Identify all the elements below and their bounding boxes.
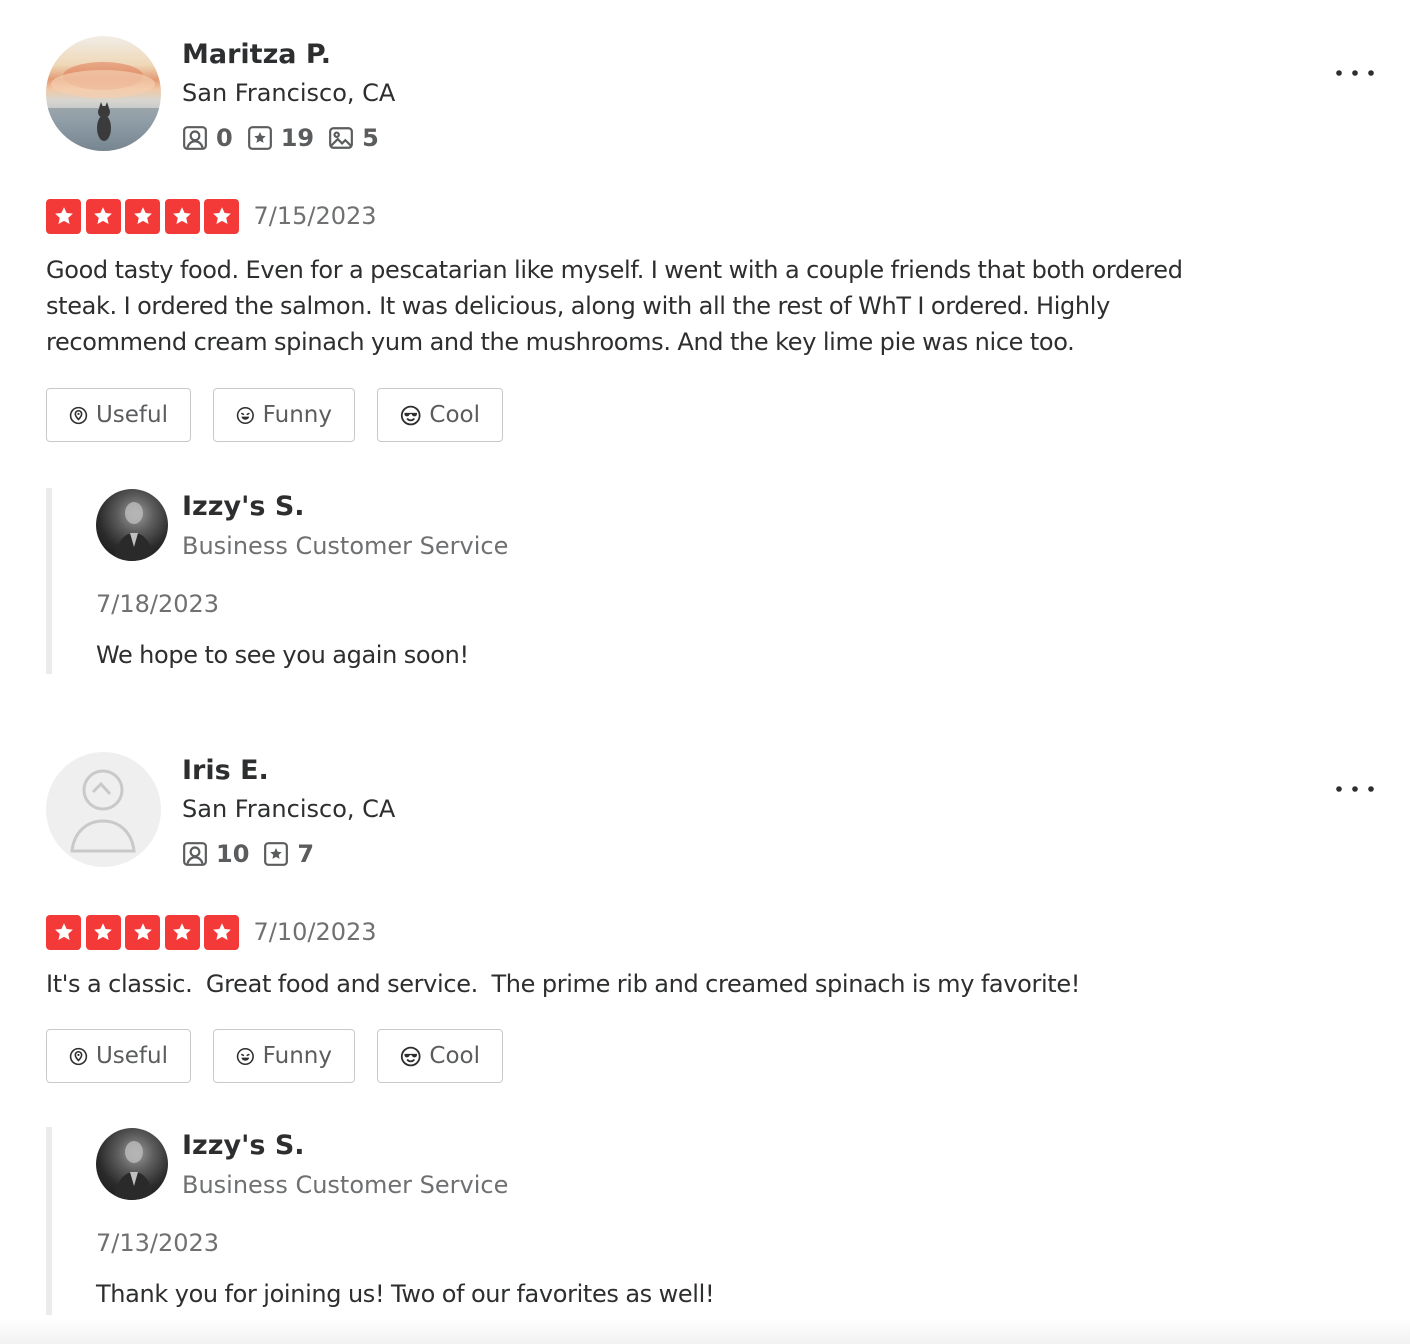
cool-icon (400, 405, 421, 425)
reviews-stat: 7 (263, 839, 314, 869)
review-date: 7/10/2023 (253, 918, 377, 946)
friends-icon (183, 126, 207, 150)
reply-text: We hope to see you again soon! (96, 641, 469, 669)
review-star-icon (264, 842, 289, 866)
review-actions: Useful Funny Cool (46, 388, 1376, 442)
useful-button[interactable]: Useful (46, 1029, 191, 1083)
review-text: It's a classic. Great food and service. … (46, 970, 1081, 998)
star-icon (164, 914, 200, 950)
useful-button[interactable]: Useful (46, 388, 191, 442)
photo-icon (329, 127, 354, 149)
funny-label: Funny (262, 1043, 332, 1069)
reviewer-location: San Francisco, CA (182, 795, 396, 823)
star-icon (46, 914, 81, 950)
reviewer-stats: 10 7 (182, 838, 328, 870)
photos-stat: 5 (328, 123, 379, 153)
more-options-button[interactable] (1334, 58, 1376, 88)
review-item: Maritza P. San Francisco, CA 0 19 5 7/15… (46, 36, 1376, 674)
reviewer-avatar[interactable] (46, 752, 161, 867)
funny-button[interactable]: Funny (213, 1029, 355, 1083)
star-rating (46, 198, 244, 234)
more-options-button[interactable] (1334, 774, 1376, 804)
business-owner-name[interactable]: Izzy's S. (182, 1129, 305, 1163)
reply-text: Thank you for joining us! Two of our fav… (96, 1280, 715, 1308)
useful-icon (69, 1047, 88, 1065)
reviewer-stats: 0 19 5 (182, 122, 393, 154)
rating-row: 7/10/2023 (46, 914, 1376, 950)
funny-button[interactable]: Funny (213, 388, 355, 442)
cool-label: Cool (429, 1043, 480, 1069)
friends-count: 0 (216, 124, 233, 152)
review-text: Good tasty food. Even for a pescatarian … (46, 256, 1183, 356)
photos-count: 5 (362, 124, 379, 152)
star-icon (204, 198, 239, 234)
rating-row: 7/15/2023 (46, 198, 1376, 234)
business-reply: Izzy's S. Business Customer Service 7/18… (46, 488, 1376, 674)
reviewer-info: Iris E. San Francisco, CA 10 7 (46, 752, 1376, 868)
star-icon (85, 198, 121, 234)
friends-count: 10 (216, 840, 250, 868)
business-reply: Izzy's S. Business Customer Service 7/13… (46, 1127, 1376, 1315)
owner-photo-image (114, 1141, 154, 1200)
friends-stat: 0 (182, 123, 233, 153)
scroll-fade (0, 1318, 1410, 1344)
owner-photo-image (114, 502, 154, 561)
business-owner-role: Business Customer Service (182, 1171, 509, 1199)
business-owner-avatar[interactable] (96, 1128, 168, 1200)
cool-button[interactable]: Cool (377, 1029, 503, 1083)
default-user-icon (70, 769, 136, 853)
business-owner-name[interactable]: Izzy's S. (182, 490, 305, 524)
cool-icon (400, 1046, 421, 1066)
review-date: 7/15/2023 (253, 202, 377, 230)
review-item: Iris E. San Francisco, CA 10 7 7/10/2023… (46, 752, 1376, 1315)
reviews-stat: 19 (247, 123, 314, 153)
business-owner-role: Business Customer Service (182, 532, 509, 560)
star-icon (46, 198, 81, 234)
reviewer-info: Maritza P. San Francisco, CA 0 19 5 (46, 36, 1376, 152)
cool-button[interactable]: Cool (377, 388, 503, 442)
reviewer-avatar[interactable] (46, 36, 161, 151)
cool-label: Cool (429, 402, 480, 428)
business-owner-avatar[interactable] (96, 489, 168, 561)
review-star-icon (247, 126, 272, 150)
reviewer-location: San Francisco, CA (182, 79, 396, 107)
star-icon (85, 914, 121, 950)
funny-icon (236, 1047, 254, 1065)
star-rating (46, 914, 244, 950)
star-icon (164, 198, 200, 234)
star-icon (125, 914, 160, 950)
useful-label: Useful (95, 402, 168, 428)
reviews-count: 7 (297, 840, 315, 868)
star-icon (125, 198, 160, 234)
useful-icon (69, 406, 88, 424)
funny-label: Funny (262, 402, 332, 428)
useful-label: Useful (95, 1043, 168, 1069)
review-actions: Useful Funny Cool (46, 1029, 1376, 1083)
more-dots-icon (1336, 70, 1374, 76)
reviewer-name[interactable]: Iris E. (182, 754, 269, 788)
reply-date: 7/13/2023 (96, 1229, 220, 1257)
friends-icon (183, 842, 207, 866)
funny-icon (236, 406, 254, 424)
reviewer-name[interactable]: Maritza P. (182, 38, 331, 72)
more-dots-icon (1336, 786, 1374, 792)
reply-date: 7/18/2023 (96, 590, 220, 618)
avatar-photo-image (46, 62, 161, 151)
star-icon (204, 914, 239, 950)
reviews-count: 19 (280, 124, 315, 152)
friends-stat: 10 (182, 839, 249, 869)
